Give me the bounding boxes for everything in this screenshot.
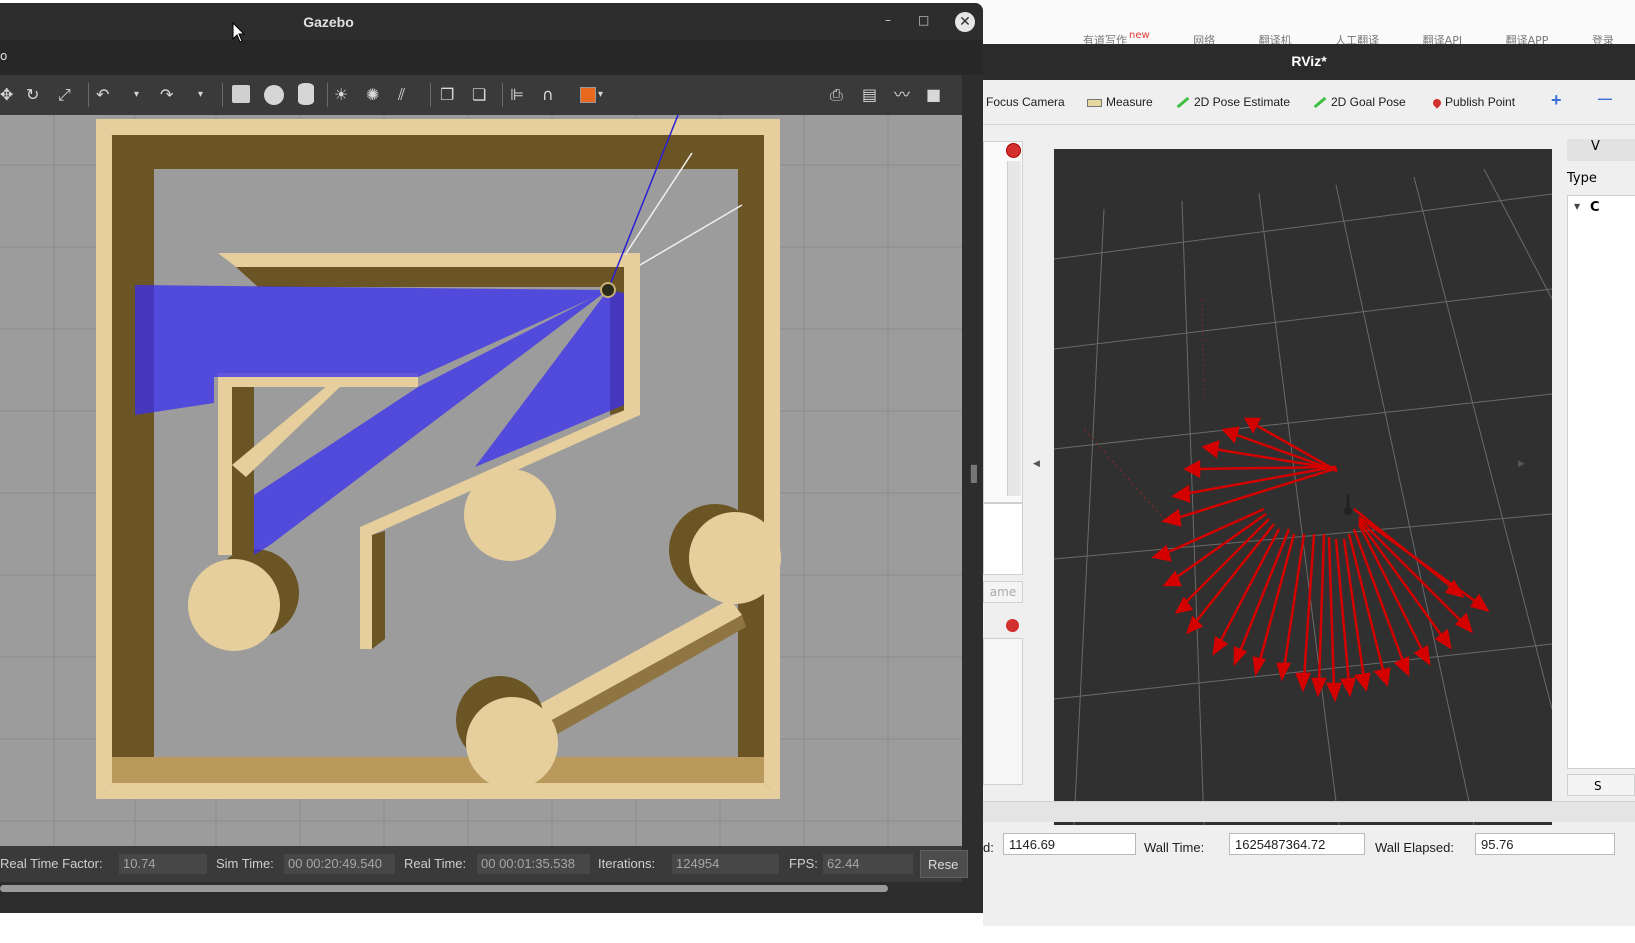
iterations-label: Iterations: xyxy=(598,856,656,871)
ruler-icon xyxy=(1087,98,1102,107)
wall-elapsed-label: Wall Elapsed: xyxy=(1375,840,1454,855)
views-tree[interactable]: ▼ C xyxy=(1567,195,1635,769)
directional-light-icon[interactable]: ⫽ xyxy=(398,87,405,103)
pose-estimate-label: 2D Pose Estimate xyxy=(1194,95,1291,109)
views-panel-header: V xyxy=(1567,139,1635,161)
redo-icon[interactable]: ↷ xyxy=(160,87,173,103)
measure-button[interactable]: Measure xyxy=(1087,95,1153,109)
collapse-left-arrow-icon[interactable]: ◀ xyxy=(1033,459,1040,469)
panel-splitter[interactable]: ■ ■ ■ xyxy=(962,75,983,900)
description-box xyxy=(983,503,1023,575)
wall-elapsed-field[interactable]: 95.76 xyxy=(1475,833,1615,855)
goal-pose-label: 2D Goal Pose xyxy=(1331,95,1406,109)
wall-time-label: Wall Time: xyxy=(1144,840,1205,855)
gazebo-toolbar: ✥ ↻ ⤢ ↶ ▾ ↷ ▾ ☀ ✺ ⫽ ❐ ❏ ⊫ ∩ ▾ ⎙ ▤ 〰 ■ xyxy=(0,75,962,115)
green-arrow-icon xyxy=(1313,97,1327,109)
save-button[interactable]: S xyxy=(1567,774,1635,796)
reset-button[interactable]: Rese xyxy=(920,850,968,878)
scale-icon[interactable]: ⤢ xyxy=(58,87,71,103)
copy-icon[interactable]: ❐ xyxy=(440,87,454,103)
gazebo-titlebar[interactable]: Gazebo – □ ✕ xyxy=(0,3,983,40)
scrollbar-thumb[interactable] xyxy=(0,885,888,892)
grip-handle[interactable]: ■ ■ ■ xyxy=(970,464,978,484)
type-label: Type xyxy=(1567,171,1597,186)
fps-field: 62.44 xyxy=(823,854,913,874)
focus-camera-label: Focus Camera xyxy=(986,95,1065,109)
sphere-shape-icon[interactable] xyxy=(264,85,284,105)
secondary-panel xyxy=(983,638,1023,785)
green-arrow-icon xyxy=(1176,97,1190,109)
real-time-field: 00 00:01:35.538 xyxy=(477,854,590,874)
box-shape-icon[interactable] xyxy=(232,85,250,103)
screenshot-icon[interactable]: ⎙ xyxy=(830,87,843,103)
publish-point-button[interactable]: Publish Point xyxy=(1431,95,1516,109)
iterations-field: 124954 xyxy=(672,854,779,874)
map-pin-icon xyxy=(1431,97,1443,109)
tree-item[interactable]: C xyxy=(1590,200,1600,215)
plot-icon[interactable]: 〰 xyxy=(894,87,910,103)
close-icon[interactable] xyxy=(1006,143,1021,158)
background-browser: 有道写作 new 网络 翻译机 人工翻译 翻译API 翻译APP 登录 xyxy=(983,0,1635,47)
chevron-down-icon[interactable]: ▾ xyxy=(598,87,603,103)
view-angle-icon[interactable] xyxy=(580,87,596,103)
measure-label: Measure xyxy=(1106,95,1153,109)
menu-item[interactable]: o xyxy=(0,49,7,63)
log-icon[interactable]: ▤ xyxy=(862,87,877,103)
translate-icon[interactable]: ✥ xyxy=(0,87,13,103)
gazebo-menubar: o xyxy=(0,40,983,75)
goal-pose-button[interactable]: 2D Goal Pose xyxy=(1313,95,1406,109)
displays-panel-left: ame xyxy=(983,141,1023,831)
vertical-scrollbar[interactable] xyxy=(1007,161,1021,496)
expand-arrow-icon[interactable]: ▼ xyxy=(1574,202,1580,211)
rotate-icon[interactable]: ↻ xyxy=(26,87,39,103)
undo-icon[interactable]: ↶ xyxy=(96,87,109,103)
rviz-title: RViz* xyxy=(1291,53,1327,69)
gazebo-window: Gazebo – □ ✕ o ✥ ↻ ⤢ ↶ ▾ ↷ ▾ ☀ ✺ ⫽ ❐ ❏ ⊫… xyxy=(0,3,983,913)
ros-elapsed-label: d: xyxy=(983,840,994,855)
real-time-factor-field: 10.74 xyxy=(119,854,207,874)
views-header-label: V xyxy=(1591,139,1600,154)
fps-label: FPS: xyxy=(789,856,818,871)
gazebo-status-bar: Real Time Factor: 10.74 Sim Time: 00 00:… xyxy=(0,846,968,882)
remove-tool-button[interactable]: — xyxy=(1598,90,1612,106)
focus-camera-button[interactable]: Focus Camera xyxy=(986,95,1065,109)
sim-time-field: 00 00:20:49.540 xyxy=(284,854,395,874)
rviz-3d-viewport[interactable] xyxy=(1053,149,1553,826)
maximize-icon[interactable]: □ xyxy=(918,13,929,27)
new-badge: new xyxy=(1129,30,1150,41)
sim-time-label: Sim Time: xyxy=(216,856,274,871)
collapse-right-arrow-icon[interactable]: ▶ xyxy=(1518,459,1525,469)
add-tool-button[interactable]: + xyxy=(1551,90,1562,111)
wall-time-field[interactable]: 1625487364.72 xyxy=(1229,833,1365,855)
chevron-down-icon[interactable]: ▾ xyxy=(198,87,203,103)
cylinder-shape-icon[interactable] xyxy=(298,83,314,105)
pose-array-render xyxy=(1053,168,1553,826)
rename-button[interactable]: ame xyxy=(983,581,1023,603)
close-icon[interactable] xyxy=(1006,619,1019,632)
publish-point-label: Publish Point xyxy=(1445,95,1516,109)
rviz-titlebar[interactable]: RViz* xyxy=(983,44,1635,80)
splitter-handle[interactable] xyxy=(983,801,1635,822)
simulation-world-render xyxy=(0,109,962,846)
point-light-icon[interactable]: ☀ xyxy=(334,87,348,103)
close-icon[interactable]: ✕ xyxy=(955,12,975,32)
real-time-factor-label: Real Time Factor: xyxy=(0,856,103,871)
paste-icon[interactable]: ❏ xyxy=(472,87,486,103)
video-record-icon[interactable]: ■ xyxy=(926,87,941,103)
chevron-down-icon[interactable]: ▾ xyxy=(134,87,139,103)
ros-elapsed-field[interactable]: 1146.69 xyxy=(1003,833,1136,855)
horizontal-scrollbar[interactable] xyxy=(0,882,962,894)
gazebo-title: Gazebo xyxy=(303,14,354,30)
spot-light-icon[interactable]: ✺ xyxy=(366,87,379,103)
align-icon[interactable]: ⊫ xyxy=(510,87,524,103)
rviz-time-panel: d: 1146.69 Wall Time: 1625487364.72 Wall… xyxy=(983,822,1635,866)
rviz-toolbar: Focus Camera Measure 2D Pose Estimate 2D… xyxy=(983,80,1635,125)
snap-icon[interactable]: ∩ xyxy=(542,87,554,103)
pose-estimate-button[interactable]: 2D Pose Estimate xyxy=(1176,95,1290,109)
minimize-icon[interactable]: – xyxy=(885,13,891,27)
views-panel-right: V Type ▼ C S xyxy=(1567,139,1635,839)
real-time-label: Real Time: xyxy=(404,856,467,871)
gazebo-3d-scene[interactable] xyxy=(0,109,962,846)
rviz-window: RViz* Focus Camera Measure 2D Pose Estim… xyxy=(983,44,1635,926)
